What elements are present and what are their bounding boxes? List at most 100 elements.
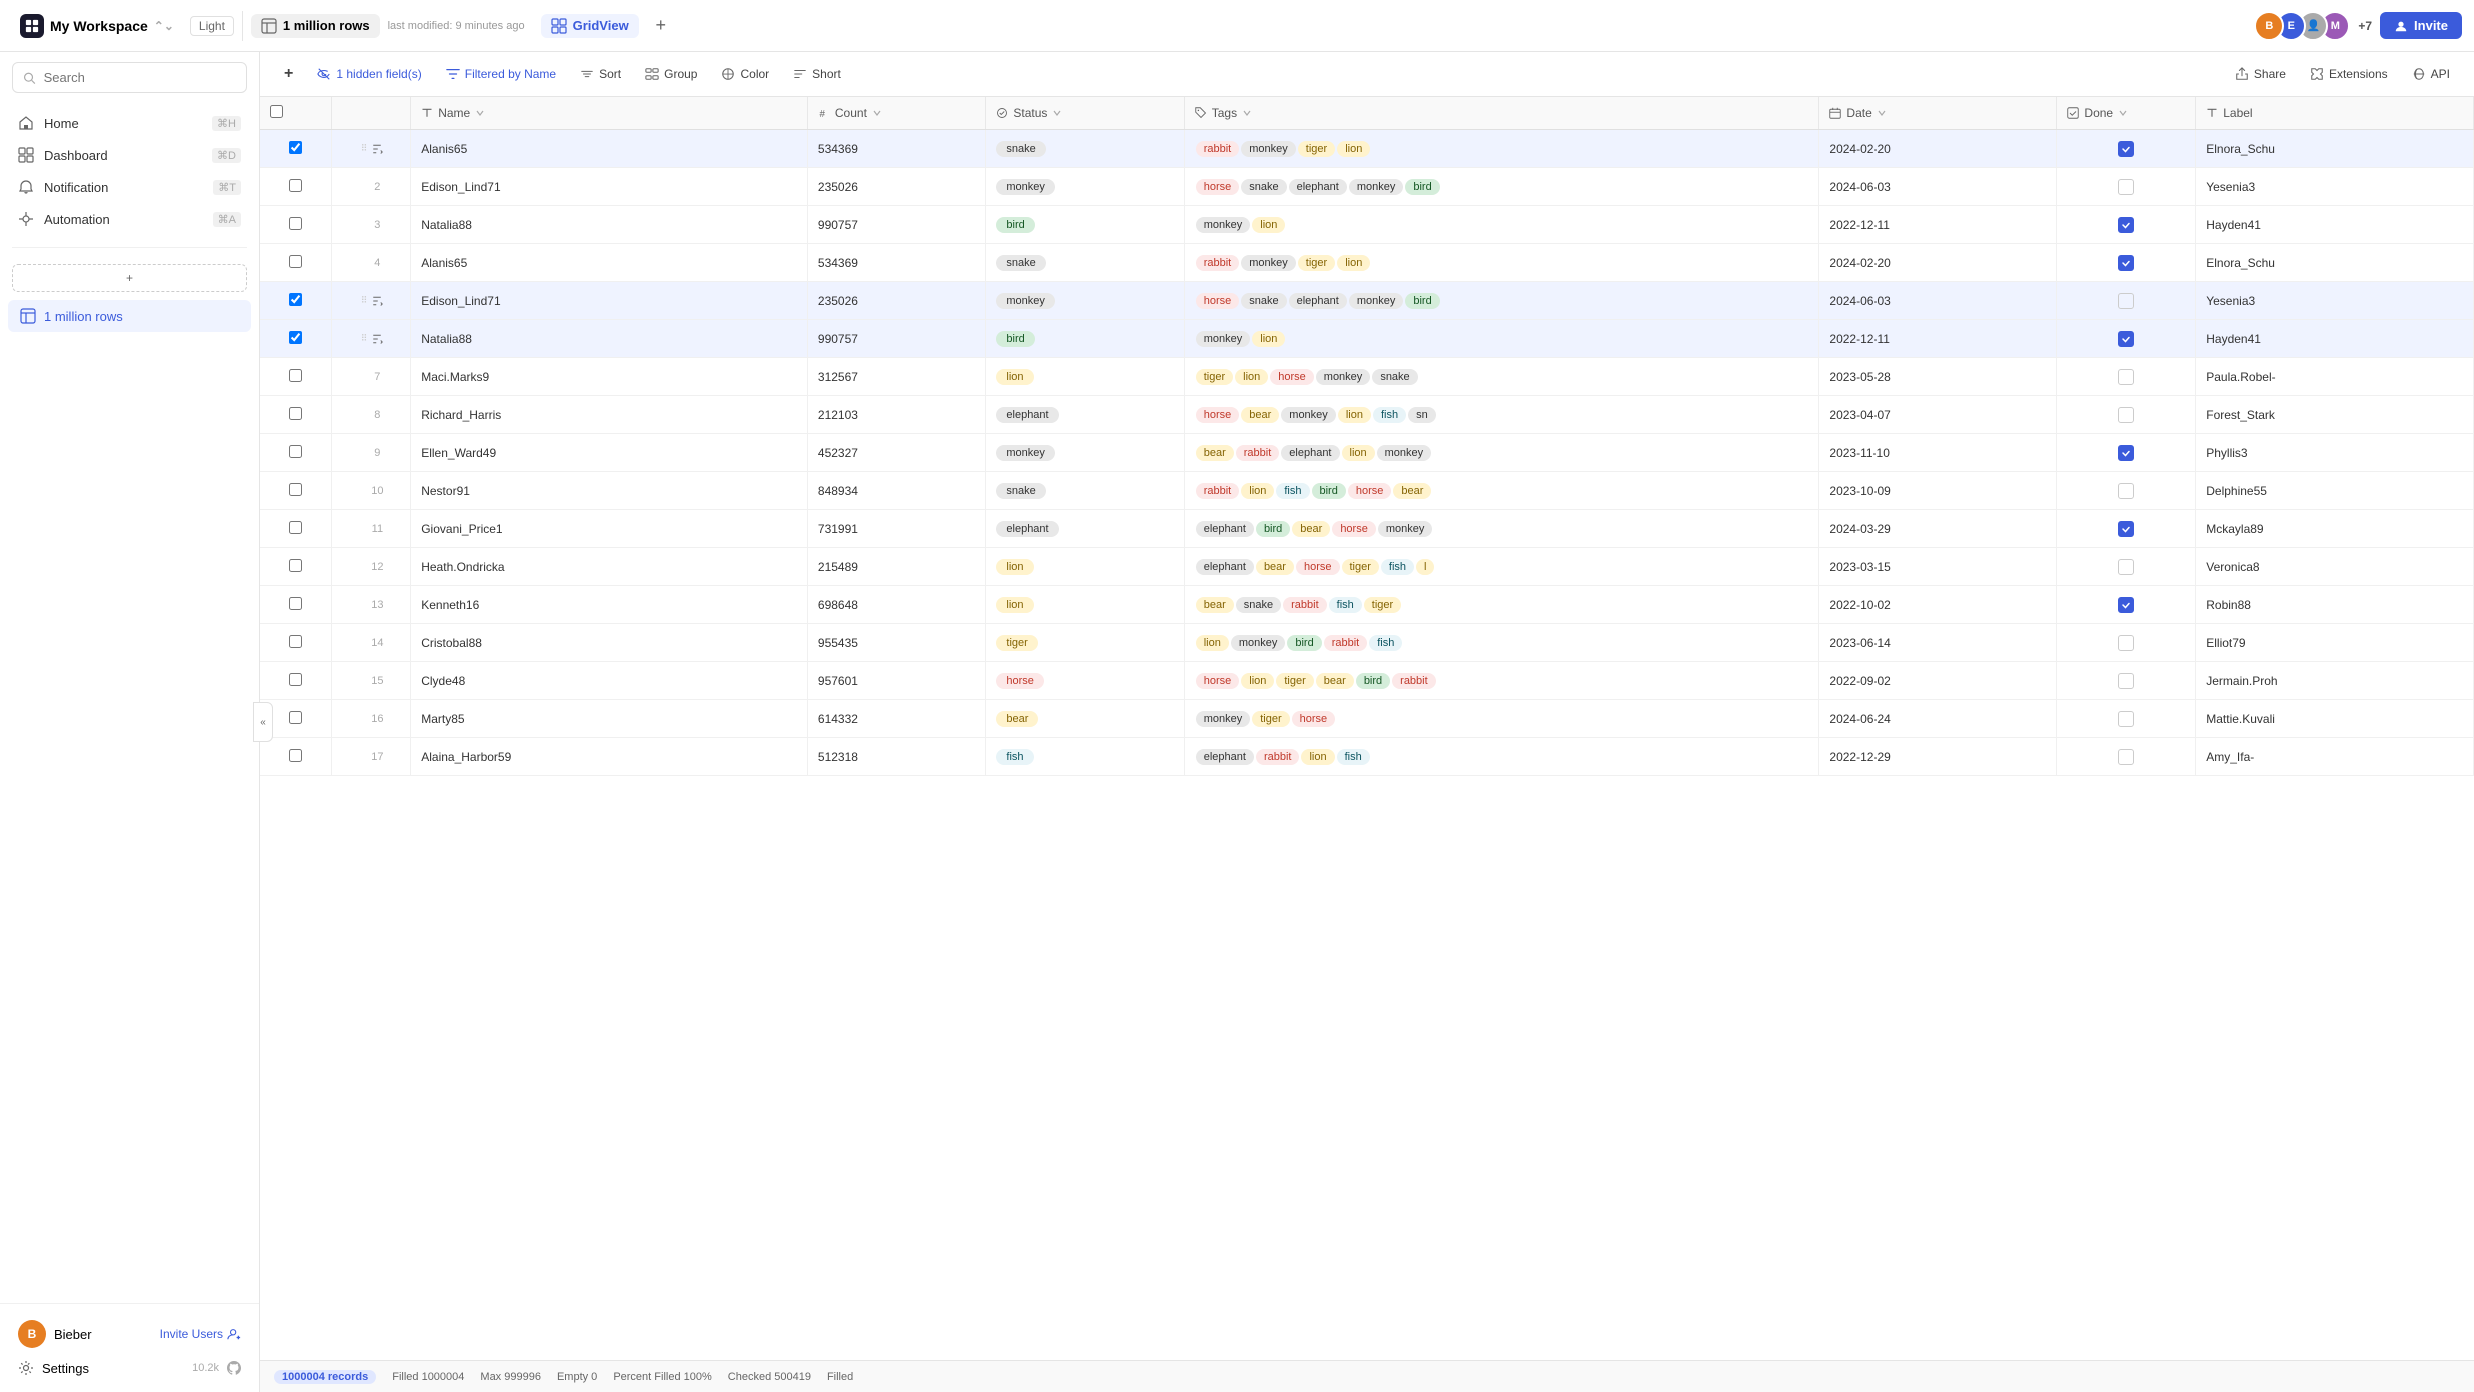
done-checkbox[interactable] bbox=[2118, 749, 2134, 765]
row-checkbox[interactable] bbox=[289, 711, 302, 724]
row-checkbox-cell[interactable] bbox=[260, 586, 331, 624]
row-checkbox-cell[interactable] bbox=[260, 396, 331, 434]
row-done[interactable] bbox=[2057, 472, 2196, 510]
row-checkbox-cell[interactable] bbox=[260, 168, 331, 206]
collapse-sidebar-button[interactable]: « bbox=[253, 702, 273, 742]
sort-button[interactable]: Sort bbox=[570, 62, 631, 86]
extensions-button[interactable]: Extensions bbox=[2300, 62, 2398, 86]
table-tab[interactable]: 1 million rows bbox=[251, 14, 380, 38]
row-done[interactable] bbox=[2057, 662, 2196, 700]
row-done[interactable] bbox=[2057, 282, 2196, 320]
hidden-fields-button[interactable]: 1 hidden field(s) bbox=[307, 62, 431, 86]
search-input[interactable] bbox=[44, 70, 236, 85]
row-checkbox-cell[interactable] bbox=[260, 510, 331, 548]
workspace-button[interactable]: My Workspace ⌃⌄ bbox=[12, 10, 182, 42]
row-checkbox[interactable] bbox=[289, 369, 302, 382]
done-checkbox[interactable] bbox=[2118, 179, 2134, 195]
done-checkbox[interactable] bbox=[2118, 369, 2134, 385]
short-button[interactable]: Short bbox=[783, 62, 851, 86]
header-done[interactable]: Done bbox=[2057, 97, 2196, 130]
row-done[interactable] bbox=[2057, 434, 2196, 472]
expand-row-icon[interactable] bbox=[371, 143, 383, 155]
row-done[interactable] bbox=[2057, 624, 2196, 662]
expand-row-icon[interactable] bbox=[371, 333, 383, 345]
row-checkbox-cell[interactable] bbox=[260, 358, 331, 396]
grid-container[interactable]: Name # Count bbox=[260, 97, 2474, 1360]
row-done[interactable] bbox=[2057, 168, 2196, 206]
row-done[interactable] bbox=[2057, 738, 2196, 776]
done-checkbox[interactable] bbox=[2118, 673, 2134, 689]
row-checkbox[interactable] bbox=[289, 749, 302, 762]
row-done[interactable] bbox=[2057, 586, 2196, 624]
sidebar-item-home[interactable]: Home ⌘H bbox=[8, 107, 251, 139]
row-checkbox-cell[interactable] bbox=[260, 662, 331, 700]
header-count[interactable]: # Count bbox=[807, 97, 986, 130]
done-checkbox[interactable] bbox=[2118, 217, 2134, 233]
user-row[interactable]: B Bieber Invite Users bbox=[12, 1314, 247, 1354]
view-tab[interactable]: GridView bbox=[541, 14, 639, 38]
row-checkbox[interactable] bbox=[289, 673, 302, 686]
group-button[interactable]: Group bbox=[635, 62, 707, 86]
row-done[interactable] bbox=[2057, 700, 2196, 738]
row-done[interactable] bbox=[2057, 358, 2196, 396]
api-button[interactable]: API bbox=[2402, 62, 2460, 86]
done-checkbox[interactable] bbox=[2118, 711, 2134, 727]
done-checkbox[interactable] bbox=[2118, 445, 2134, 461]
row-checkbox[interactable] bbox=[289, 179, 302, 192]
row-done[interactable] bbox=[2057, 510, 2196, 548]
color-button[interactable]: Color bbox=[711, 62, 779, 86]
row-checkbox[interactable] bbox=[289, 141, 302, 154]
theme-badge[interactable]: Light bbox=[190, 16, 234, 36]
row-checkbox-cell[interactable] bbox=[260, 548, 331, 586]
add-field-button[interactable]: + bbox=[274, 60, 303, 88]
expand-row-icon[interactable] bbox=[371, 295, 383, 307]
row-done[interactable] bbox=[2057, 130, 2196, 168]
add-view-button[interactable]: + bbox=[647, 12, 675, 40]
row-checkbox-cell[interactable] bbox=[260, 738, 331, 776]
invite-button[interactable]: Invite bbox=[2380, 12, 2462, 39]
row-checkbox[interactable] bbox=[289, 445, 302, 458]
sidebar-item-table[interactable]: 1 million rows bbox=[8, 300, 251, 332]
invite-users-button[interactable]: Invite Users bbox=[160, 1327, 241, 1341]
row-checkbox[interactable] bbox=[289, 331, 302, 344]
row-checkbox[interactable] bbox=[289, 217, 302, 230]
done-checkbox[interactable] bbox=[2118, 293, 2134, 309]
done-checkbox[interactable] bbox=[2118, 483, 2134, 499]
row-checkbox[interactable] bbox=[289, 597, 302, 610]
done-checkbox[interactable] bbox=[2118, 331, 2134, 347]
row-checkbox-cell[interactable] bbox=[260, 434, 331, 472]
header-checkbox[interactable] bbox=[260, 97, 331, 130]
header-label[interactable]: Label bbox=[2196, 97, 2474, 130]
drag-handle[interactable]: ⠿ bbox=[359, 293, 370, 308]
done-checkbox[interactable] bbox=[2118, 141, 2134, 157]
share-button[interactable]: Share bbox=[2225, 62, 2296, 86]
row-checkbox[interactable] bbox=[289, 293, 302, 306]
add-table-button[interactable]: + bbox=[12, 264, 247, 292]
row-checkbox[interactable] bbox=[289, 559, 302, 572]
done-checkbox[interactable] bbox=[2118, 255, 2134, 271]
sidebar-item-dashboard[interactable]: Dashboard ⌘D bbox=[8, 139, 251, 171]
row-checkbox-cell[interactable] bbox=[260, 624, 331, 662]
row-done[interactable] bbox=[2057, 396, 2196, 434]
row-checkbox[interactable] bbox=[289, 635, 302, 648]
sidebar-item-automation[interactable]: Automation ⌘A bbox=[8, 203, 251, 235]
row-checkbox-cell[interactable] bbox=[260, 206, 331, 244]
row-done[interactable] bbox=[2057, 320, 2196, 358]
row-checkbox-cell[interactable] bbox=[260, 130, 331, 168]
drag-handle[interactable]: ⠿ bbox=[359, 331, 370, 346]
done-checkbox[interactable] bbox=[2118, 407, 2134, 423]
settings-row[interactable]: Settings 10.2k bbox=[12, 1354, 247, 1382]
done-checkbox[interactable] bbox=[2118, 597, 2134, 613]
search-box[interactable] bbox=[12, 62, 247, 93]
row-checkbox-cell[interactable] bbox=[260, 320, 331, 358]
header-date[interactable]: Date bbox=[1819, 97, 2057, 130]
row-done[interactable] bbox=[2057, 206, 2196, 244]
row-checkbox-cell[interactable] bbox=[260, 472, 331, 510]
done-checkbox[interactable] bbox=[2118, 521, 2134, 537]
header-name[interactable]: Name bbox=[411, 97, 808, 130]
row-checkbox-cell[interactable] bbox=[260, 244, 331, 282]
row-checkbox[interactable] bbox=[289, 521, 302, 534]
drag-handle[interactable]: ⠿ bbox=[359, 141, 370, 156]
row-checkbox[interactable] bbox=[289, 255, 302, 268]
row-done[interactable] bbox=[2057, 548, 2196, 586]
